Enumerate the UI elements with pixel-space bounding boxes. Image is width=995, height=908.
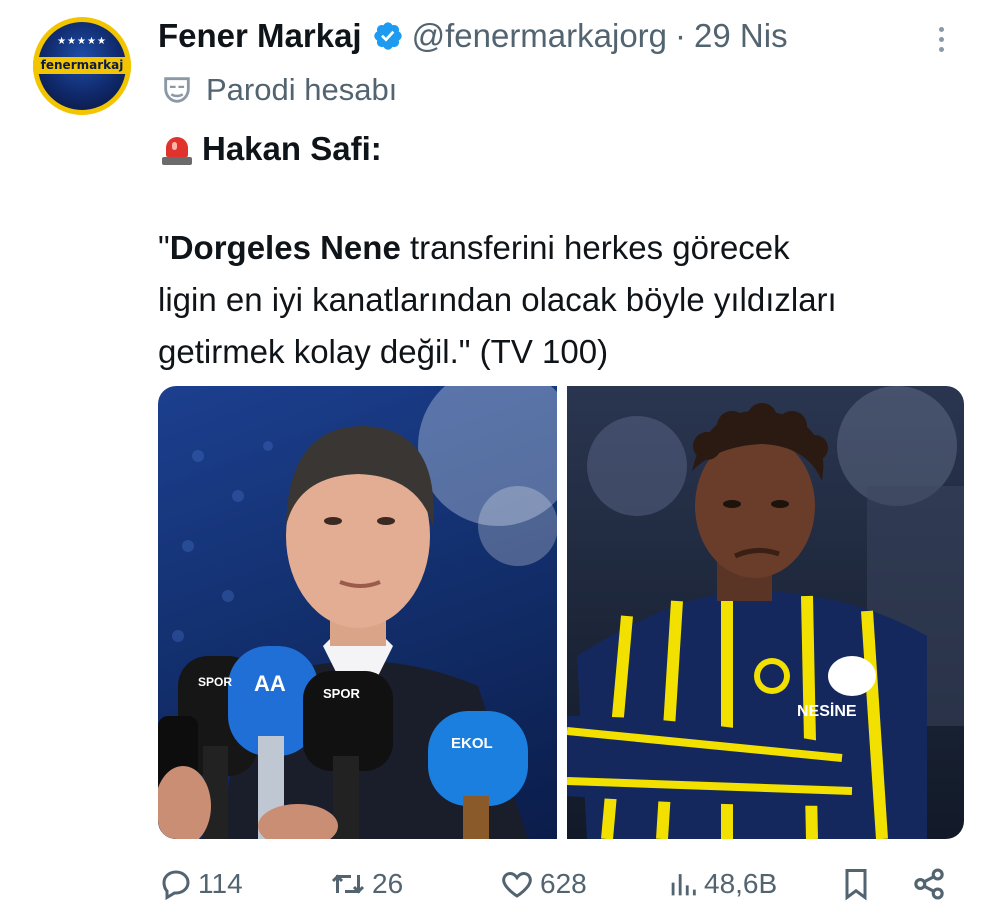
more-options-icon[interactable] — [926, 22, 956, 58]
shirt-sponsor: NESİNE — [797, 702, 857, 720]
views-icon — [671, 874, 696, 896]
avatar[interactable]: ★★★★★ fenermarkaj — [33, 17, 131, 115]
avatar-band: fenermarkaj — [33, 57, 131, 74]
player-name: Dorgeles Nene — [169, 229, 401, 266]
bookmark-button[interactable] — [838, 862, 878, 906]
like-count: 628 — [540, 868, 587, 899]
header-separator: · — [675, 17, 687, 54]
bookmark-icon — [845, 869, 867, 901]
alert-title: Hakan Safi: — [160, 128, 382, 170]
post-date[interactable]: 29 Nis — [694, 17, 788, 55]
quote-line-2: ligin en iyi kanatlarından olacak böyle … — [158, 281, 837, 318]
more-dot — [938, 47, 944, 52]
reply-icon — [162, 870, 190, 901]
mic-label: AA — [254, 671, 286, 696]
action-bar: 114 26 628 48,6B — [158, 862, 958, 906]
mic-label: SPOR — [323, 686, 360, 701]
alert-title-text: Hakan Safi: — [202, 130, 382, 167]
parody-label: Parodi hesabı — [160, 70, 397, 110]
repost-icon — [331, 874, 365, 894]
mic-label: SPOR — [198, 675, 232, 689]
share-button[interactable] — [910, 862, 952, 906]
media-photo-left[interactable]: SPOR AA SPOR EKOL — [158, 386, 557, 839]
mic-label: EKOL — [451, 735, 493, 752]
more-dot — [938, 37, 944, 42]
parody-mask-icon — [164, 77, 190, 103]
siren-icon — [160, 131, 194, 167]
display-name[interactable]: Fener Markaj — [158, 17, 362, 55]
like-button[interactable]: 628 — [498, 862, 587, 906]
views-count: 48,6B — [704, 868, 778, 899]
share-icon — [914, 868, 944, 900]
more-dot — [938, 27, 944, 32]
reply-count: 114 — [198, 868, 243, 899]
quote-line-1: "Dorgeles Nene transferini herkes görece… — [158, 229, 790, 266]
like-icon — [502, 871, 532, 898]
post-text: "Dorgeles Nene transferini herkes görece… — [158, 222, 958, 378]
reply-button[interactable]: 114 — [158, 862, 243, 906]
repost-count: 26 — [372, 868, 404, 899]
post-header: Fener Markaj @fenermarkajorg · 29 Nis — [158, 14, 788, 58]
views-button[interactable]: 48,6B — [666, 862, 777, 906]
verified-badge-icon[interactable] — [372, 20, 404, 52]
media-photo-right[interactable]: NESİNE — [567, 386, 964, 839]
repost-button[interactable]: 26 — [328, 862, 403, 906]
avatar-stars: ★★★★★ — [57, 36, 107, 47]
quote-line-3: getirmek kolay değil." (TV 100) — [158, 333, 609, 370]
parody-label-text: Parodi hesabı — [206, 72, 398, 107]
user-handle[interactable]: @fenermarkajorg — [412, 17, 667, 55]
